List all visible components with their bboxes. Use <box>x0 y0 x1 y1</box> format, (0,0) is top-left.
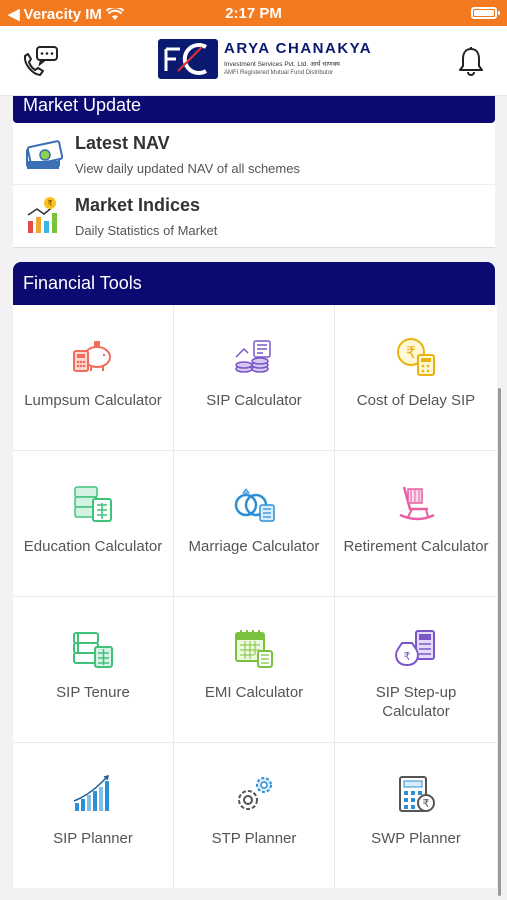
svg-text:₹: ₹ <box>423 797 430 810</box>
rings-calculator-icon <box>234 488 275 522</box>
gears-icon <box>238 777 272 810</box>
rupee-bag-calculator-icon: ₹ <box>395 630 435 667</box>
tool-label: Education Calculator <box>23 538 163 555</box>
bell-icon[interactable] <box>457 46 485 76</box>
logo-mark-icon <box>158 39 218 79</box>
tool-tile-emi[interactable]: EMI Calculator <box>174 597 334 742</box>
tool-tile-sip-planner[interactable]: SIP Planner <box>13 743 173 888</box>
calendar-calculator-icon <box>235 630 273 668</box>
tool-label: STP Planner <box>211 830 297 847</box>
tool-label: SIP Tenure <box>56 684 130 701</box>
market-update-section: Market Update Latest NAV View daily upda… <box>13 96 495 248</box>
latest-nav-desc: View daily updated NAV of all schemes <box>75 161 300 176</box>
tool-label: Cost of Delay SIP <box>356 392 476 409</box>
market-indices-item[interactable]: ₹ Market Indices Daily Statistics of Mar… <box>13 185 495 247</box>
piggy-bank-calculator-icon <box>73 341 111 372</box>
tool-label: Lumpsum Calculator <box>24 392 162 409</box>
money-stack-icon <box>26 140 63 169</box>
tool-tile-stp-planner[interactable]: STP Planner <box>174 743 334 888</box>
rupee-calculator-icon: ₹ <box>397 338 435 376</box>
tool-tile-lumpsum[interactable]: Lumpsum Calculator <box>13 305 173 450</box>
financial-tools-grid: Lumpsum Calculator SIP Calculator ₹ Cost… <box>13 305 497 888</box>
financial-tools-header: Financial Tools <box>13 262 495 305</box>
logo-tagline: AMFI Registered Mutual Fund Distributor <box>224 70 334 77</box>
tool-label: SIP Step-up Calculator <box>375 684 457 720</box>
market-indices-desc: Daily Statistics of Market <box>75 223 218 238</box>
tool-label: Retirement Calculator <box>343 538 489 555</box>
battery-icon <box>471 7 500 19</box>
tool-label: EMI Calculator <box>204 684 304 701</box>
tool-label: Marriage Calculator <box>188 538 320 555</box>
tool-label: SWP Planner <box>371 830 461 847</box>
stacked-books-calculator-icon <box>73 632 113 668</box>
rocking-chair-icon <box>399 486 435 521</box>
bar-chart-rupee-icon: ₹ <box>27 197 57 233</box>
tool-tile-sip-calculator[interactable]: SIP Calculator <box>174 305 334 450</box>
app-header: ARYA CHANAKYA Investment Services Pvt. L… <box>0 26 507 96</box>
tool-tile-marriage[interactable]: Marriage Calculator <box>174 451 334 596</box>
svg-text:₹: ₹ <box>404 650 411 663</box>
tool-tile-sip-tenure[interactable]: SIP Tenure <box>13 597 173 742</box>
growth-bars-icon <box>73 774 110 811</box>
svg-text:₹: ₹ <box>406 343 416 362</box>
latest-nav-title: Latest NAV <box>75 133 170 153</box>
financial-tools-section: Financial Tools Lumpsum Calculator SIP C… <box>13 262 497 889</box>
latest-nav-item[interactable]: Latest NAV View daily updated NAV of all… <box>13 123 495 185</box>
tool-tile-cost-of-delay[interactable]: ₹ Cost of Delay SIP <box>335 305 497 450</box>
market-update-header: Market Update <box>13 96 495 123</box>
calculator-rupee-icon: ₹ <box>399 776 435 812</box>
status-bar: ◀ Veracity IM 2:17 PM <box>0 0 507 26</box>
call-chat-icon[interactable] <box>20 44 60 80</box>
tool-tile-sip-step-up[interactable]: ₹ SIP Step-up Calculator <box>335 597 497 742</box>
tool-tile-swp-planner[interactable]: ₹ SWP Planner <box>335 743 497 888</box>
tool-tile-retirement[interactable]: Retirement Calculator <box>335 451 497 596</box>
coin-stack-icon <box>235 340 271 373</box>
logo-subtitle: Investment Services Pvt. Ltd. आर्य चाणक्… <box>224 60 340 68</box>
tool-label: SIP Calculator <box>206 392 302 409</box>
book-calculator-icon <box>74 486 112 522</box>
tool-label: SIP Planner <box>53 830 133 847</box>
scrollbar[interactable] <box>498 388 501 896</box>
market-indices-title: Market Indices <box>75 195 201 215</box>
clock: 2:17 PM <box>225 5 282 22</box>
logo-title: ARYA CHANAKYA <box>224 40 373 58</box>
brand-logo: ARYA CHANAKYA Investment Services Pvt. L… <box>158 39 372 79</box>
svg-text:₹: ₹ <box>47 199 52 208</box>
tool-tile-education[interactable]: Education Calculator <box>13 451 173 596</box>
